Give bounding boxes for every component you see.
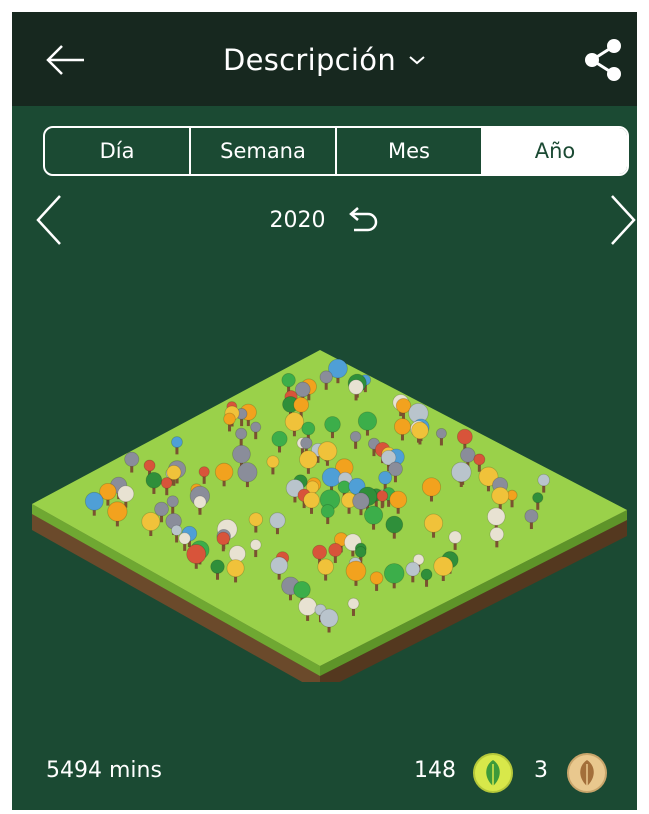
chevron-right-icon	[611, 195, 636, 245]
forest-island	[32, 350, 627, 682]
period-tabs: Día Semana Mes Año	[43, 126, 629, 176]
tab-month[interactable]: Mes	[337, 128, 483, 174]
app-screen: Descripción Día Semana Mes Año 2020 5494…	[12, 12, 637, 810]
next-period-button[interactable]	[606, 192, 637, 248]
tab-day[interactable]: Día	[45, 128, 191, 174]
healthy-tree-count: 148	[414, 758, 456, 783]
title-dropdown[interactable]: Descripción	[12, 38, 637, 82]
year-label: 2020	[269, 207, 326, 233]
page-title: Descripción	[222, 43, 397, 77]
reset-period-button[interactable]	[346, 205, 380, 235]
period-selector: 2020	[12, 202, 637, 238]
top-bar: Descripción	[12, 12, 637, 106]
tab-year[interactable]: Año	[483, 128, 627, 174]
undo-icon	[348, 207, 377, 232]
chevron-down-icon	[409, 56, 425, 65]
focus-minutes: 5494 mins	[46, 758, 162, 783]
share-icon	[585, 39, 621, 81]
stats-footer: 5494 mins 148 3	[12, 753, 637, 794]
tab-week[interactable]: Semana	[191, 128, 337, 174]
leaf-icon	[473, 753, 513, 793]
share-button[interactable]	[580, 36, 628, 84]
dead-tree-count: 3	[534, 758, 548, 783]
withered-leaf-icon	[567, 753, 607, 793]
